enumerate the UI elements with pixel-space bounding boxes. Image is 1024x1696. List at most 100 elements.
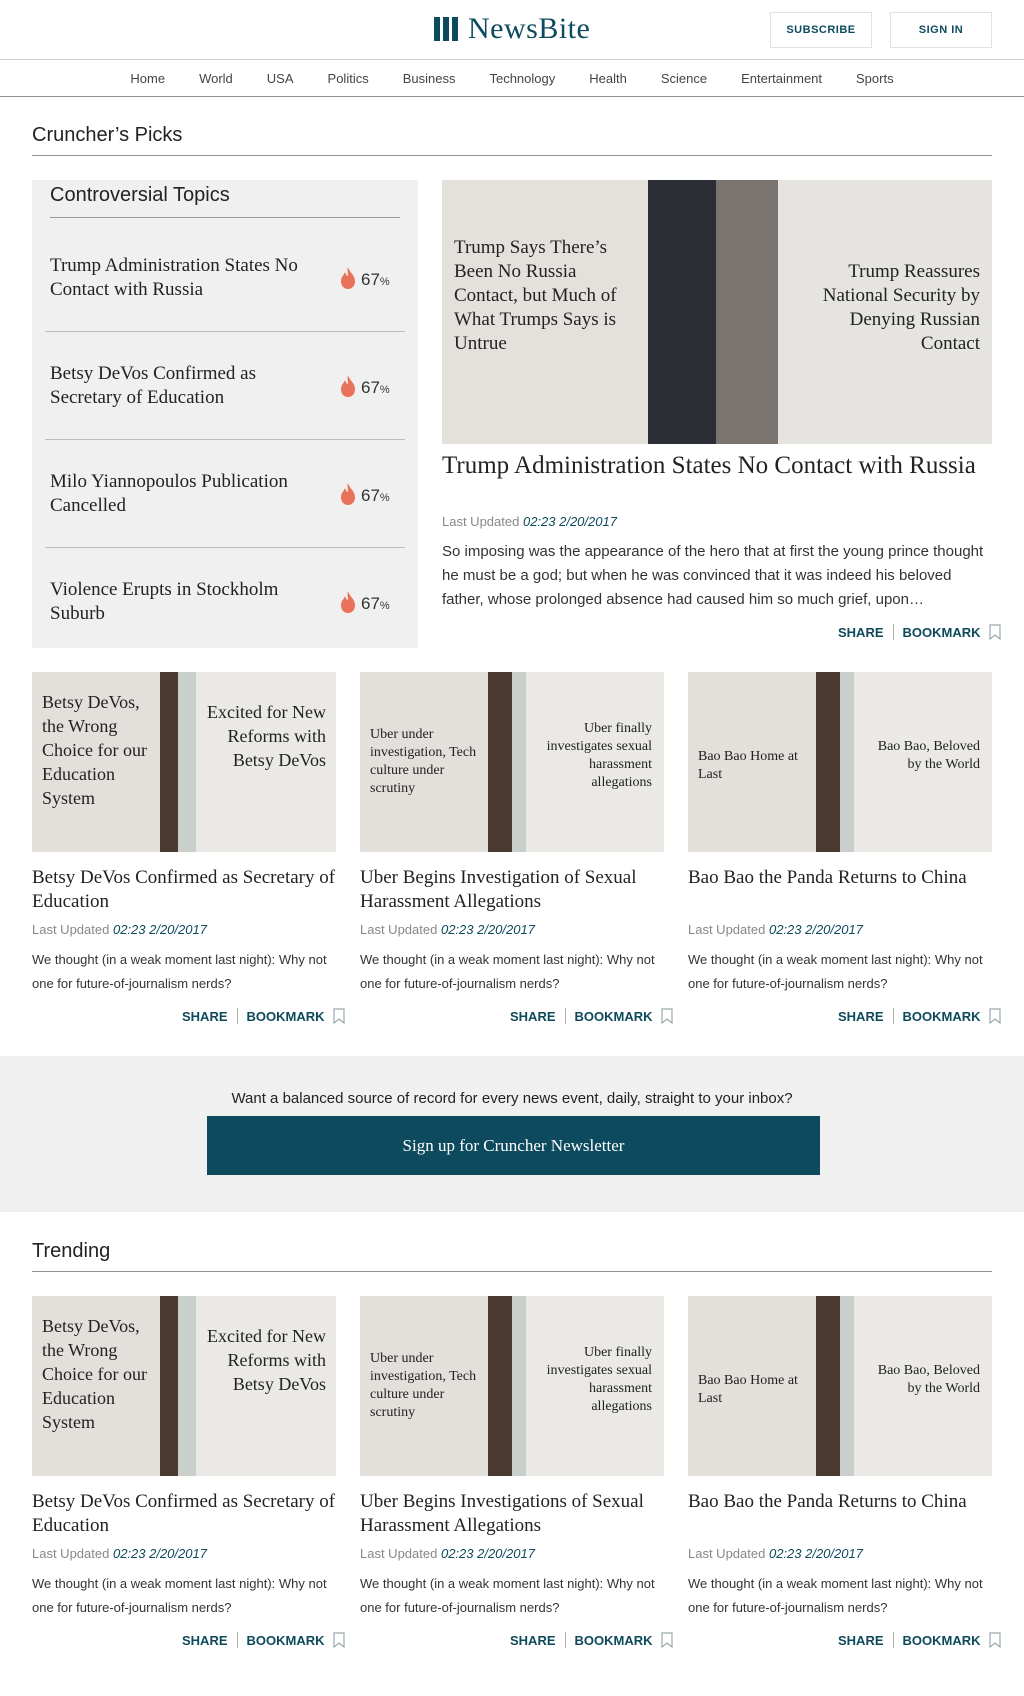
share-button[interactable]: SHARE [838,1633,884,1648]
card-excerpt: We thought (in a weak moment last night)… [688,952,983,991]
main-nav: Home World USA Politics Business Technol… [0,60,1024,97]
card-headline[interactable]: Bao Bao the Panda Returns to China [688,866,992,890]
card-last-updated: Last Updated 02:23 2/20/2017 [360,922,535,937]
nav-politics[interactable]: Politics [311,71,386,86]
card-headline[interactable]: Betsy DeVos Confirmed as Secretary of Ed… [32,866,336,914]
flame-icon [341,267,355,289]
controversial-item-title: Betsy DeVos Confirmed as Secretary of Ed… [50,363,256,408]
feature-excerpt: So imposing was the appearance of the he… [442,543,984,608]
site-logo[interactable]: NewsBite [434,12,590,46]
logo-mark-icon [434,17,458,41]
share-button[interactable]: SHARE [838,625,884,640]
logo-text: NewsBite [468,12,591,45]
nav-home[interactable]: Home [113,71,182,86]
card-last-updated: Last Updated 02:23 2/20/2017 [688,922,863,937]
bookmark-button[interactable]: BOOKMARK [247,1009,325,1024]
controversial-item[interactable]: Violence Erupts in Stockholm Suburb 67% [45,548,405,656]
card-image[interactable]: Betsy DeVos, the Wrong Choice for our Ed… [32,672,336,852]
share-button[interactable]: SHARE [510,1009,556,1024]
card-overlay-right: Bao Bao, Beloved by the World [877,1363,980,1396]
newsletter-banner: Want a balanced source of record for eve… [0,1056,1024,1212]
share-button[interactable]: SHARE [838,1009,884,1024]
controversial-item-title: Trump Administration States No Contact w… [50,255,298,300]
feature-overlay-right: Trump Reassures National Security by Den… [822,261,980,354]
controversy-percent: 67% [361,486,390,505]
card-actions: SHARE BOOKMARK [510,1632,673,1648]
bookmark-button[interactable]: BOOKMARK [903,625,981,640]
card-overlay-left: Betsy DeVos, the Wrong Choice for our Ed… [42,692,147,808]
bookmark-button[interactable]: BOOKMARK [903,1009,981,1024]
bookmark-icon[interactable] [988,1008,1001,1024]
nav-health[interactable]: Health [572,71,644,86]
sign-in-button[interactable]: SIGN IN [890,12,992,48]
bookmark-button[interactable]: BOOKMARK [575,1009,653,1024]
section-title-picks: Cruncher’s Picks [32,124,992,156]
feature-image[interactable]: Trump Says There’s Been No Russia Contac… [442,180,992,444]
nav-world[interactable]: World [182,71,250,86]
nav-science[interactable]: Science [644,71,724,86]
divider [564,1008,566,1024]
bookmark-button[interactable]: BOOKMARK [247,1633,325,1648]
card-image[interactable]: Bao Bao Home at Last Bao Bao, Beloved by… [688,1296,992,1476]
card-excerpt: We thought (in a weak moment last night)… [32,1576,327,1615]
nav-entertainment[interactable]: Entertainment [724,71,839,86]
card-overlay-left: Bao Bao Home at Last [698,749,798,782]
card-headline[interactable]: Bao Bao the Panda Returns to China [688,1490,992,1514]
subscribe-button[interactable]: SUBSCRIBE [770,12,872,48]
nav-sports[interactable]: Sports [839,71,911,86]
share-button[interactable]: SHARE [182,1009,228,1024]
bookmark-button[interactable]: BOOKMARK [575,1633,653,1648]
divider [564,1632,566,1648]
newsletter-signup-button[interactable]: Sign up for Cruncher Newsletter [207,1116,820,1175]
controversy-percent: 67% [361,594,390,613]
feature-last-updated: Last Updated 02:23 2/20/2017 [442,514,617,529]
card-actions: SHARE BOOKMARK [182,1008,345,1024]
nav-business[interactable]: Business [386,71,473,86]
share-button[interactable]: SHARE [182,1633,228,1648]
bookmark-icon[interactable] [332,1008,345,1024]
card-excerpt: We thought (in a weak moment last night)… [360,952,655,991]
flame-icon [341,591,355,613]
card-overlay-right: Excited for New Reforms with Betsy DeVos [207,702,326,770]
card-image[interactable]: Uber under investigation, Tech culture u… [360,1296,664,1476]
card-actions: SHARE BOOKMARK [838,1008,1001,1024]
card-overlay-right: Uber finally investigates sexual harassm… [546,721,652,790]
card-image[interactable]: Uber under investigation, Tech culture u… [360,672,664,852]
controversial-topics-panel: Controversial Topics Trump Administratio… [32,180,418,648]
card-overlay-right: Excited for New Reforms with Betsy DeVos [207,1326,326,1394]
controversial-item-title: Milo Yiannopoulos Publication Cancelled [50,471,288,516]
card-actions: SHARE BOOKMARK [838,1632,1001,1648]
bookmark-icon[interactable] [988,1632,1001,1648]
controversial-item[interactable]: Betsy DeVos Confirmed as Secretary of Ed… [45,332,405,440]
share-button[interactable]: SHARE [510,1633,556,1648]
card-image[interactable]: Betsy DeVos, the Wrong Choice for our Ed… [32,1296,336,1476]
bookmark-button[interactable]: BOOKMARK [903,1633,981,1648]
card-overlay-left: Bao Bao Home at Last [698,1373,798,1406]
controversial-item[interactable]: Trump Administration States No Contact w… [45,224,405,332]
bookmark-icon[interactable] [332,1632,345,1648]
card-last-updated: Last Updated 02:23 2/20/2017 [360,1546,535,1561]
card-last-updated: Last Updated 02:23 2/20/2017 [32,1546,207,1561]
card-headline[interactable]: Uber Begins Investigation of Sexual Hara… [360,866,664,914]
card-image[interactable]: Bao Bao Home at Last Bao Bao, Beloved by… [688,672,992,852]
card-last-updated: Last Updated 02:23 2/20/2017 [32,922,207,937]
bookmark-icon[interactable] [988,624,1001,640]
divider [236,1632,238,1648]
nav-usa[interactable]: USA [250,71,311,86]
card-excerpt: We thought (in a weak moment last night)… [360,1576,655,1615]
card-last-updated: Last Updated 02:23 2/20/2017 [688,1546,863,1561]
bookmark-icon[interactable] [660,1632,673,1648]
card-headline[interactable]: Uber Begins Investigations of Sexual Har… [360,1490,664,1538]
feature-headline[interactable]: Trump Administration States No Contact w… [442,453,1002,478]
card-overlay-left: Uber under investigation, Tech culture u… [370,727,477,796]
divider [892,624,894,640]
controversial-topics-title: Controversial Topics [50,184,400,218]
feature-actions: SHARE BOOKMARK [838,624,1001,640]
bookmark-icon[interactable] [660,1008,673,1024]
card-headline[interactable]: Betsy DeVos Confirmed as Secretary of Ed… [32,1490,336,1538]
nav-technology[interactable]: Technology [472,71,572,86]
card-excerpt: We thought (in a weak moment last night)… [688,1576,983,1615]
controversial-item[interactable]: Milo Yiannopoulos Publication Cancelled … [45,440,405,548]
card-overlay-right: Uber finally investigates sexual harassm… [546,1345,652,1414]
card-overlay-left: Uber under investigation, Tech culture u… [370,1351,477,1420]
